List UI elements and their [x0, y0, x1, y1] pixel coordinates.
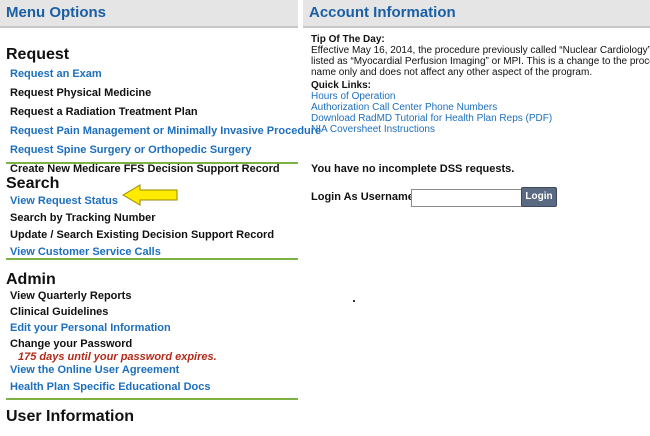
request-physical-medicine-link[interactable]: Request Physical Medicine — [10, 87, 298, 100]
username-input[interactable] — [411, 189, 523, 207]
user-information-heading: User Information — [6, 408, 135, 425]
clinical-guidelines-link[interactable]: Clinical Guidelines — [10, 306, 298, 319]
request-spine-surgery-link[interactable]: Request Spine Surgery or Orthopedic Surg… — [10, 144, 298, 157]
login-button[interactable]: Login — [521, 187, 557, 207]
dss-status-message: You have no incomplete DSS requests. — [311, 163, 515, 175]
account-information-header: Account Information — [303, 0, 650, 28]
login-as-row: Login As Username: Login — [311, 187, 611, 212]
tip-title: Tip Of The Day: — [311, 34, 385, 45]
search-by-tracking-number-link[interactable]: Search by Tracking Number — [10, 212, 298, 225]
section-divider — [6, 258, 298, 260]
nia-coversheet-instructions-link[interactable]: NIA Coversheet Instructions — [311, 124, 435, 135]
tip-of-the-day: Tip Of The Day: Effective May 16, 2014, … — [311, 34, 650, 78]
tip-line: listed as “Myocardial Perfusion Imaging”… — [311, 56, 650, 67]
section-divider — [6, 162, 298, 164]
login-as-label: Login As Username: — [311, 191, 418, 203]
request-section: Request Request an Exam Request Physical… — [6, 46, 321, 176]
request-pain-management-link[interactable]: Request Pain Management or Minimally Inv… — [10, 125, 321, 138]
account-information-panel: Account Information Tip Of The Day: Effe… — [303, 0, 650, 436]
request-an-exam-link[interactable]: Request an Exam — [10, 68, 298, 81]
download-radmd-tutorial-link[interactable]: Download RadMD Tutorial for Health Plan … — [311, 113, 552, 124]
view-quarterly-reports-link[interactable]: View Quarterly Reports — [10, 290, 298, 303]
update-search-decision-support-link[interactable]: Update / Search Existing Decision Suppor… — [10, 229, 298, 242]
hours-of-operation-link[interactable]: Hours of Operation — [311, 91, 396, 102]
request-radiation-treatment-plan-link[interactable]: Request a Radiation Treatment Plan — [10, 106, 298, 119]
quick-links-title: Quick Links: — [311, 80, 372, 91]
admin-heading: Admin — [6, 271, 56, 288]
call-center-phone-numbers-link[interactable]: Authorization Call Center Phone Numbers — [311, 102, 497, 113]
health-plan-educational-docs-link[interactable]: Health Plan Specific Educational Docs — [10, 381, 298, 394]
section-divider — [6, 398, 298, 400]
quick-links: Quick Links: Hours of Operation Authoriz… — [311, 80, 552, 135]
user-information-section: User Information — [6, 408, 298, 426]
tip-line: name only and does not affect any other … — [311, 67, 593, 78]
view-online-user-agreement-link[interactable]: View the Online User Agreement — [10, 364, 298, 377]
edit-personal-information-link[interactable]: Edit your Personal Information — [10, 322, 298, 335]
request-heading: Request — [6, 46, 70, 63]
change-password-link[interactable]: Change your Password — [10, 338, 298, 351]
tip-line: Effective May 16, 2014, the procedure pr… — [311, 45, 650, 56]
arrow-left-icon — [122, 184, 178, 206]
password-expiry-warning: 175 days until your password expires. — [18, 351, 217, 363]
stray-mark — [353, 300, 355, 302]
menu-options-header: Menu Options — [0, 0, 298, 28]
menu-options-panel: Menu Options Request Request an Exam Req… — [0, 0, 321, 436]
admin-section: Admin View Quarterly Reports Clinical Gu… — [6, 271, 298, 394]
